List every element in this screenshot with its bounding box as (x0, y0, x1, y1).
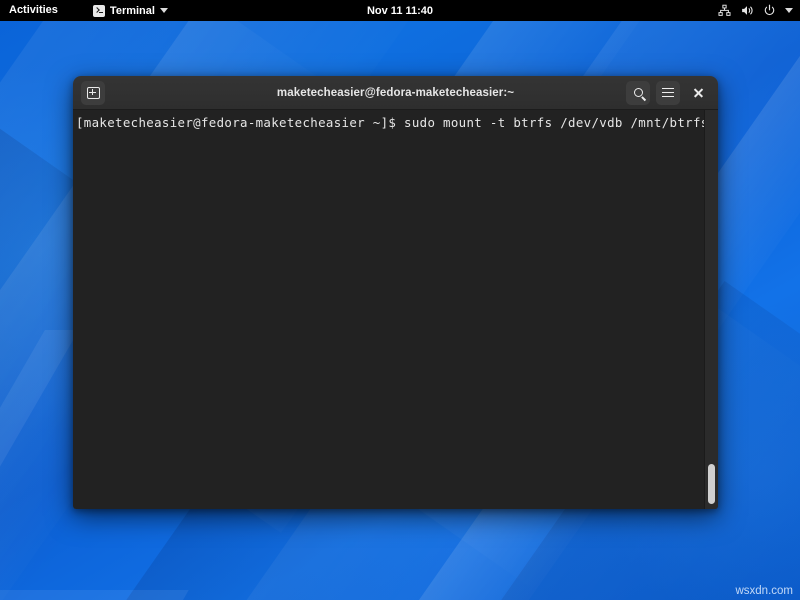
gnome-top-panel: Activities Terminal Nov 11 11:40 (0, 0, 800, 21)
desktop-screen: Activities Terminal Nov 11 11:40 (0, 0, 800, 600)
terminal-scrollbar[interactable] (704, 110, 718, 509)
system-tray (718, 4, 793, 17)
app-menu-label: Terminal (110, 5, 155, 17)
close-icon (693, 87, 704, 98)
network-wired-icon[interactable] (718, 4, 731, 17)
terminal-window: maketecheasier@fedora-maketecheasier:~ [… (73, 76, 718, 509)
new-tab-icon (87, 87, 100, 99)
terminal-titlebar[interactable]: maketecheasier@fedora-maketecheasier:~ (73, 76, 718, 110)
volume-speaker-icon[interactable] (740, 4, 754, 17)
terminal-output-area[interactable]: [maketecheasier@fedora-maketecheasier ~]… (73, 110, 718, 509)
activities-button[interactable]: Activities (0, 0, 67, 21)
clock-label: Nov 11 11:40 (367, 5, 433, 17)
window-title: maketecheasier@fedora-maketecheasier:~ (73, 87, 718, 99)
menu-button[interactable] (656, 81, 680, 105)
search-button[interactable] (626, 81, 650, 105)
new-tab-button[interactable] (81, 81, 105, 105)
hamburger-menu-icon (662, 88, 674, 98)
app-menu-button[interactable]: Terminal (85, 0, 176, 21)
close-button[interactable] (686, 81, 710, 105)
terminal-icon (93, 5, 105, 17)
titlebar-actions (626, 81, 710, 105)
terminal-line: [maketecheasier@fedora-maketecheasier ~]… (73, 115, 718, 131)
chevron-down-icon[interactable] (785, 8, 793, 13)
scrollbar-thumb[interactable] (708, 464, 715, 504)
power-icon[interactable] (763, 4, 776, 17)
chevron-down-icon (160, 8, 168, 13)
search-icon (634, 88, 643, 97)
